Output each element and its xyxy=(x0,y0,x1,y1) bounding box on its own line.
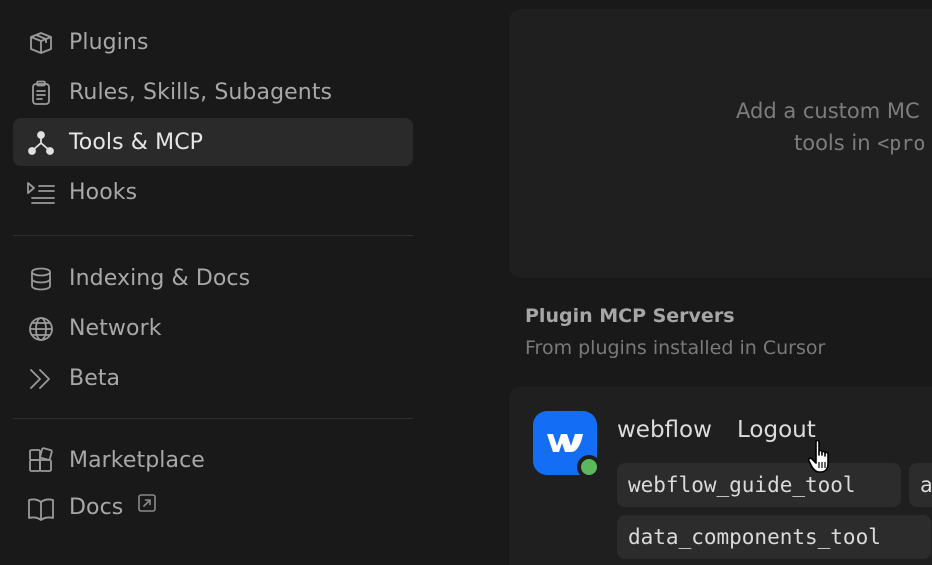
sidebar-item-label: Plugins xyxy=(69,29,149,55)
empty-state-code: <pro xyxy=(877,131,926,155)
server-name: webflow xyxy=(617,417,712,443)
sidebar-item-label: Hooks xyxy=(69,179,138,205)
sidebar-item-docs[interactable]: Docs xyxy=(13,484,413,532)
sidebar-item-plugins[interactable]: Plugins xyxy=(13,18,413,66)
sidebar-item-tools-mcp[interactable]: Tools & MCP xyxy=(13,118,413,166)
sidebar-divider xyxy=(13,418,413,419)
sidebar-divider xyxy=(13,235,413,236)
sidebar-item-label: Network xyxy=(69,315,162,341)
sidebar-item-label: Indexing & Docs xyxy=(69,265,251,291)
hand-cursor-icon xyxy=(807,438,840,482)
sidebar-item-label: Rules, Skills, Subagents xyxy=(69,79,333,105)
database-icon xyxy=(27,265,55,293)
clipboard-icon xyxy=(27,79,55,107)
tool-chip[interactable]: webflow_guide_tool xyxy=(617,463,901,507)
sidebar-item-network[interactable]: Network xyxy=(13,304,413,352)
mcp-icon xyxy=(27,129,55,157)
section-subtitle: From plugins installed in Cursor xyxy=(525,337,826,359)
empty-state-line2: tools in xyxy=(794,131,878,155)
empty-state-line1: Add a custom MC xyxy=(736,99,920,123)
sidebar-item-label: Tools & MCP xyxy=(69,129,204,155)
sidebar-item-hooks[interactable]: Hooks xyxy=(13,168,413,216)
sidebar-item-marketplace[interactable]: Marketplace xyxy=(13,436,413,484)
docs-label: Docs xyxy=(69,495,124,520)
custom-mcp-empty-card: Add a custom MC tools in <pro xyxy=(509,9,932,278)
marketplace-icon xyxy=(27,447,55,475)
empty-state-text: Add a custom MC tools in <pro xyxy=(509,95,932,159)
status-indicator xyxy=(577,455,601,479)
logout-button[interactable]: Logout xyxy=(737,417,816,443)
globe-icon xyxy=(27,315,55,343)
section-title: Plugin MCP Servers xyxy=(525,305,735,327)
external-link-icon xyxy=(137,493,157,519)
package-icon xyxy=(27,29,55,57)
tool-chip[interactable]: a xyxy=(909,463,932,507)
chevrons-right-icon xyxy=(27,365,55,393)
sidebar-item-label: Docs xyxy=(69,493,157,521)
sidebar-item-indexing-docs[interactable]: Indexing & Docs xyxy=(13,254,413,302)
sidebar-item-label: Beta xyxy=(69,365,121,391)
sidebar-item-rules[interactable]: Rules, Skills, Subagents xyxy=(13,68,413,116)
tool-chip[interactable]: data_components_tool xyxy=(617,515,931,559)
sidebar-item-label: Marketplace xyxy=(69,447,205,473)
sidebar-item-beta[interactable]: Beta xyxy=(13,354,413,402)
hooks-icon xyxy=(27,179,55,207)
book-icon xyxy=(27,495,55,523)
